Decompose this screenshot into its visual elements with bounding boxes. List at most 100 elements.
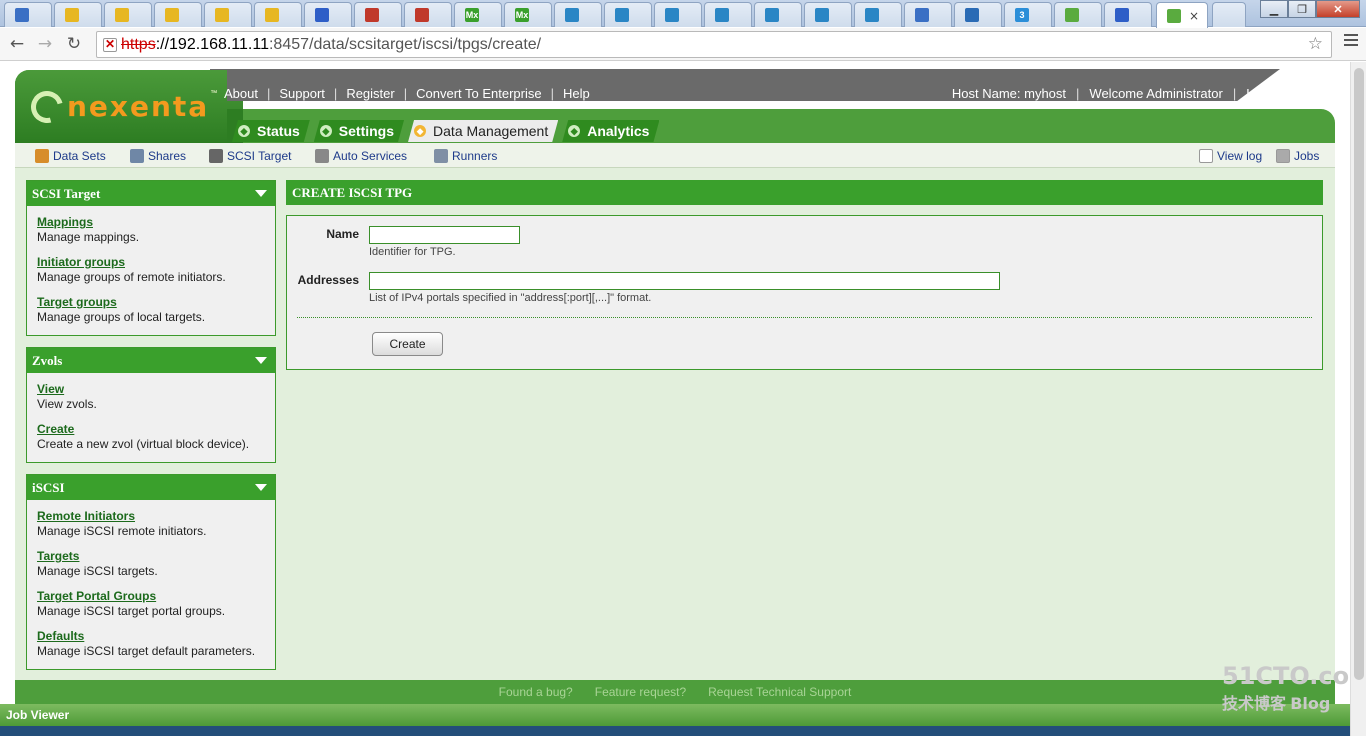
subnav-data-sets[interactable]: Data Sets [35,149,106,163]
browser-tab[interactable]: Mx [454,2,502,27]
browser-tab[interactable] [554,2,602,27]
top-link[interactable]: About [224,86,258,101]
subnav-view-log[interactable]: View log [1199,149,1262,163]
collapse-caret-icon[interactable] [255,190,267,197]
browser-tab-active[interactable]: × [1156,2,1208,28]
separator: | [403,86,408,101]
browser-tab[interactable] [54,2,102,27]
tools-icon [209,149,223,163]
sidebar-link[interactable]: Targets [37,549,265,564]
panel-title: SCSI Target [32,185,101,201]
tab-data-management[interactable]: ◆ Data Management [408,120,558,142]
tab-analytics[interactable]: ◆ Analytics [562,120,659,142]
close-window-button[interactable]: ✕ [1316,0,1360,18]
footer-link[interactable]: Request Technical Support [708,685,851,699]
subnav-runners[interactable]: Runners [434,149,497,163]
diamond-icon: ◆ [414,125,426,137]
browser-tab[interactable] [304,2,352,27]
browser-tab[interactable] [604,2,652,27]
panel-header[interactable]: Zvols [27,348,275,373]
logout-link[interactable]: Logout [1246,86,1286,101]
addresses-input[interactable] [369,272,1000,290]
browser-tab[interactable] [804,2,852,27]
browser-tab[interactable] [654,2,702,27]
subnav-auto-services[interactable]: Auto Services [315,149,407,163]
footer-link[interactable]: Found a bug? [499,685,573,699]
nexenta-icon [1167,8,1181,23]
sidebar-link[interactable]: Remote Initiators [37,509,265,524]
browser-tab[interactable] [954,2,1002,27]
browser-tab[interactable] [1104,2,1152,27]
watermark: 51CTO.com 技术博客 Blog [1222,662,1366,714]
forward-button[interactable]: → [34,33,56,55]
bookmark-star-icon[interactable]: ☆ [1308,34,1323,54]
vertical-scrollbar[interactable] [1350,62,1366,736]
name-label: Name [326,227,359,241]
address-bar[interactable]: https://192.168.11.11:8457/data/scsitarg… [96,31,1332,58]
top-link[interactable]: Register [346,86,394,101]
sidebar-link[interactable]: Target groups [37,295,265,310]
panel-header[interactable]: iSCSI [27,475,275,500]
browser-toolbar: ← → ↻ https://192.168.11.11:8457/data/sc… [0,28,1366,61]
sidebar-link[interactable]: Mappings [37,215,265,230]
browser-tab[interactable] [1054,2,1102,27]
browser-tab[interactable] [354,2,402,27]
tab-close-icon[interactable]: × [1189,9,1199,23]
panel-header[interactable]: SCSI Target [27,181,275,206]
name-input[interactable] [369,226,520,244]
reload-button[interactable]: ↻ [63,33,85,55]
sidebar-link[interactable]: Defaults [37,629,265,644]
top-link[interactable]: Help [563,86,590,101]
footer-link[interactable]: Feature request? [595,685,686,699]
scrollbar-thumb[interactable] [1354,68,1364,680]
subnav-shares[interactable]: Shares [130,149,186,163]
collapse-caret-icon[interactable] [255,484,267,491]
browser-tab[interactable] [254,2,302,27]
subnav-jobs[interactable]: Jobs [1276,149,1319,163]
sidebar-link-desc: Create a new zvol (virtual block device)… [37,437,250,451]
browser-tab[interactable]: 3 [1004,2,1052,27]
job-viewer-bar[interactable]: Job Viewer [0,704,1350,726]
logo-panel: nexenta ™ [15,70,227,143]
top-link[interactable]: Support [279,86,325,101]
browser-tab[interactable] [754,2,802,27]
sidebar-link[interactable]: Create [37,422,265,437]
sidebar-link-desc: Manage iSCSI remote initiators. [37,524,207,538]
watermark-subtext: 技术博客 [1222,694,1287,713]
sidebar-link-desc: Manage iSCSI target default parameters. [37,644,256,658]
separator: | [550,86,555,101]
collapse-caret-icon[interactable] [255,357,267,364]
browser-tab[interactable] [404,2,452,27]
create-button[interactable]: Create [372,332,443,356]
sidebar-link[interactable]: View [37,382,265,397]
watermark-blog: Blog [1290,694,1331,713]
browser-menu-icon[interactable] [1344,34,1358,49]
tab-settings[interactable]: ◆ Settings [314,120,404,142]
chat-icon [115,8,129,22]
host-info: Welcome Administrator [1089,86,1223,101]
browser-tab[interactable] [704,2,752,27]
tab-label: Analytics [587,123,650,139]
browser-tab[interactable] [204,2,252,27]
separator: | [266,86,271,101]
top-link[interactable]: Convert To Enterprise [416,86,542,101]
sidebar-link[interactable]: Initiator groups [37,255,265,270]
back-button[interactable]: ← [6,33,28,55]
browser-tab[interactable] [904,2,952,27]
minimize-button[interactable]: ▁ [1260,0,1288,18]
sidebar-link[interactable]: Target Portal Groups [37,589,265,604]
subnav-label: Runners [452,149,498,163]
list-item: Targets Manage iSCSI targets. [37,549,265,579]
new-tab-button[interactable] [1212,2,1246,27]
tab-status[interactable]: ◆ Status [232,120,310,142]
subnav-label: SCSI Target [227,149,292,163]
browser-tab[interactable] [154,2,202,27]
subnav-scsi-target[interactable]: SCSI Target [209,149,291,163]
nexenta-logo-main[interactable]: nexenta ™ [25,84,217,129]
upload-icon [15,8,29,22]
browser-tab[interactable] [4,2,52,27]
browser-tab[interactable] [104,2,152,27]
maximize-button[interactable]: ❐ [1288,0,1316,18]
browser-tab[interactable] [854,2,902,27]
browser-tab[interactable]: Mx [504,2,552,27]
